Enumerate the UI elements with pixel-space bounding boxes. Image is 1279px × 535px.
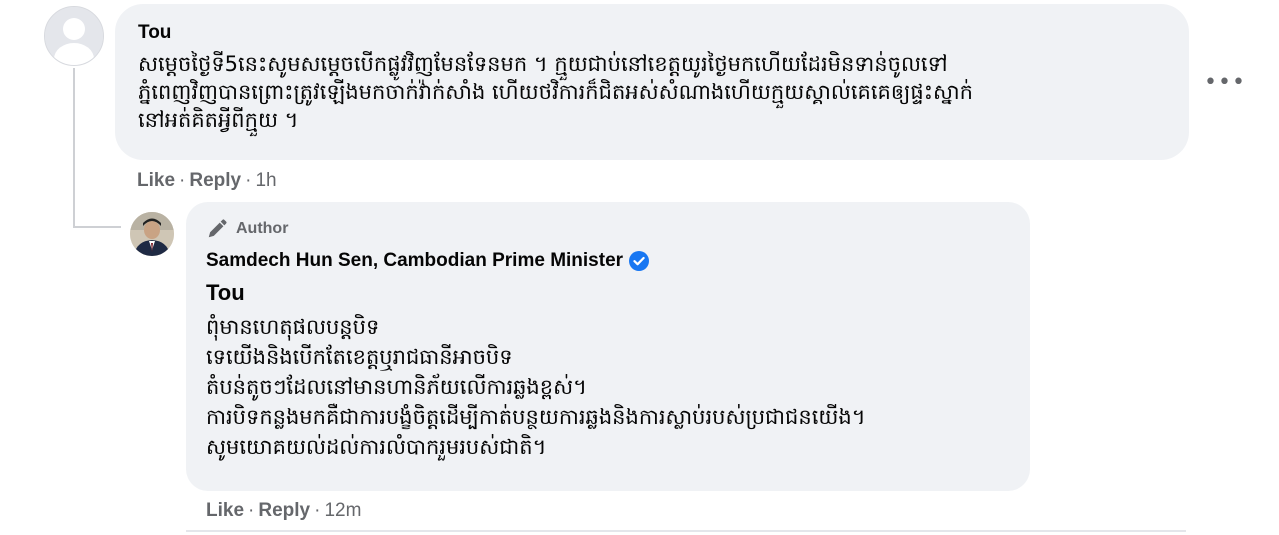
reply-author-label[interactable]: Samdech Hun Sen, Cambodian Prime Ministe…	[206, 250, 623, 272]
thread-connector-line	[73, 68, 75, 228]
reply-line: សូមយោគយល់ដល់ការលំបាករួមរបស់ជាតិ។	[206, 435, 547, 459]
pencil-icon	[208, 219, 227, 238]
default-user-icon	[45, 7, 103, 65]
thread-connector-branch	[73, 226, 121, 228]
reply-button[interactable]: Reply	[189, 170, 241, 191]
comment-line: សម្តេចថ្ងៃទី5នេះសូមសម្តេចបើកផ្លូវវិញមែនទ…	[138, 52, 948, 76]
separator: ·	[245, 170, 252, 191]
mention-tag[interactable]: Tou	[206, 280, 245, 306]
reply-author-name[interactable]: Samdech Hun Sen, Cambodian Prime Ministe…	[206, 250, 650, 272]
divider	[186, 530, 1186, 532]
comment-line: ភ្នំពេញវិញបានព្រោះត្រូវឡើងមកចាក់វ៉ាក់សាំ…	[138, 80, 973, 104]
reply-line: ពុំមានហេតុផលបន្តបិទ	[206, 315, 380, 339]
verified-badge-icon	[629, 251, 650, 271]
separator: ·	[248, 500, 255, 521]
reply-actions: Like · Reply · 12m	[206, 500, 361, 522]
author-badge: Author	[206, 218, 288, 240]
comment-line: នៅអត់គិតអ្វីពីក្មួយ ។	[138, 108, 299, 132]
comment-actions: Like · Reply · 1h	[137, 170, 277, 192]
reply-author-avatar[interactable]	[130, 212, 174, 256]
comment-text: សម្តេចថ្ងៃទី5នេះសូមសម្តេចបើកផ្លូវវិញមែនទ…	[138, 50, 1168, 134]
more-options-icon[interactable]: •••	[1204, 70, 1245, 95]
commenter-avatar[interactable]	[44, 6, 104, 66]
author-badge-label: Author	[236, 220, 289, 237]
reply-line: ការបិទកន្លងមកគឺជាការបង្ខំចិត្តដើម្បីកាត់…	[206, 405, 866, 429]
reply-line: ទេយើងនិងបើកតែខេត្តឬរាជធានីអាចបិទ	[206, 345, 513, 369]
profile-photo-icon	[130, 212, 174, 256]
comment-timestamp[interactable]: 1h	[255, 170, 276, 191]
reply-text: ពុំមានហេតុផលបន្តបិទ ទេយើងនិងបើកតែខេត្តឬរ…	[206, 312, 866, 462]
separator: ·	[314, 500, 321, 521]
comment-author[interactable]: Tou	[138, 22, 171, 44]
like-button[interactable]: Like	[206, 500, 244, 521]
reply-button[interactable]: Reply	[258, 500, 310, 521]
reply-timestamp[interactable]: 12m	[324, 500, 361, 521]
reply-line: តំបន់តូចៗដែលនៅមានហានិភ័យលើការឆ្លងខ្ពស់។	[206, 375, 587, 399]
separator: ·	[179, 170, 186, 191]
like-button[interactable]: Like	[137, 170, 175, 191]
